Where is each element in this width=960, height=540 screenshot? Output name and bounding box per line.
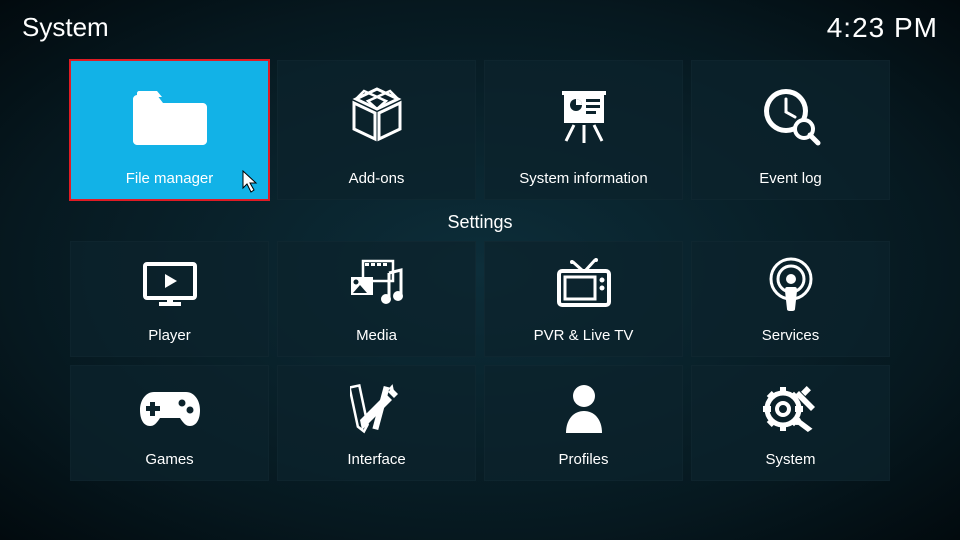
tile-player[interactable]: Player	[70, 241, 269, 357]
tv-icon	[485, 242, 682, 327]
presentation-icon	[485, 61, 682, 170]
tile-label: Player	[148, 327, 191, 344]
tile-file-manager[interactable]: File manager	[70, 60, 269, 200]
tile-addons[interactable]: Add-ons	[277, 60, 476, 200]
clock-search-icon	[692, 61, 889, 170]
folder-icon	[71, 61, 268, 170]
tile-label: Add-ons	[349, 170, 405, 187]
tile-label: Interface	[347, 451, 405, 468]
tile-services[interactable]: Services	[691, 241, 890, 357]
tile-label: Profiles	[558, 451, 608, 468]
user-icon	[485, 366, 682, 451]
tile-system-information[interactable]: System information	[484, 60, 683, 200]
clock: 4:23 PM	[827, 12, 938, 44]
top-row: File manager Add-ons System information …	[0, 60, 960, 200]
tile-profiles[interactable]: Profiles	[484, 365, 683, 481]
tile-media[interactable]: Media	[277, 241, 476, 357]
section-header-settings: Settings	[0, 212, 960, 233]
tile-pvr-livetv[interactable]: PVR & Live TV	[484, 241, 683, 357]
settings-row-1: Player Media PVR & Live TV Services	[0, 241, 960, 357]
tile-interface[interactable]: Interface	[277, 365, 476, 481]
monitor-play-icon	[71, 242, 268, 327]
page-title: System	[22, 12, 109, 43]
gamepad-icon	[71, 366, 268, 451]
settings-row-2: Games Interface Profiles System	[0, 365, 960, 481]
tile-label: PVR & Live TV	[534, 327, 634, 344]
tile-label: Event log	[759, 170, 822, 187]
tile-event-log[interactable]: Event log	[691, 60, 890, 200]
tile-label: Games	[145, 451, 193, 468]
header-bar: System 4:23 PM	[0, 0, 960, 44]
tile-label: Services	[762, 327, 820, 344]
tile-games[interactable]: Games	[70, 365, 269, 481]
tile-label: System information	[519, 170, 647, 187]
gear-tools-icon	[692, 366, 889, 451]
media-mix-icon	[278, 242, 475, 327]
box-icon	[278, 61, 475, 170]
tile-label: Media	[356, 327, 397, 344]
tile-label: System	[765, 451, 815, 468]
podcast-icon	[692, 242, 889, 327]
tile-label: File manager	[126, 170, 214, 187]
tile-system[interactable]: System	[691, 365, 890, 481]
design-tools-icon	[278, 366, 475, 451]
